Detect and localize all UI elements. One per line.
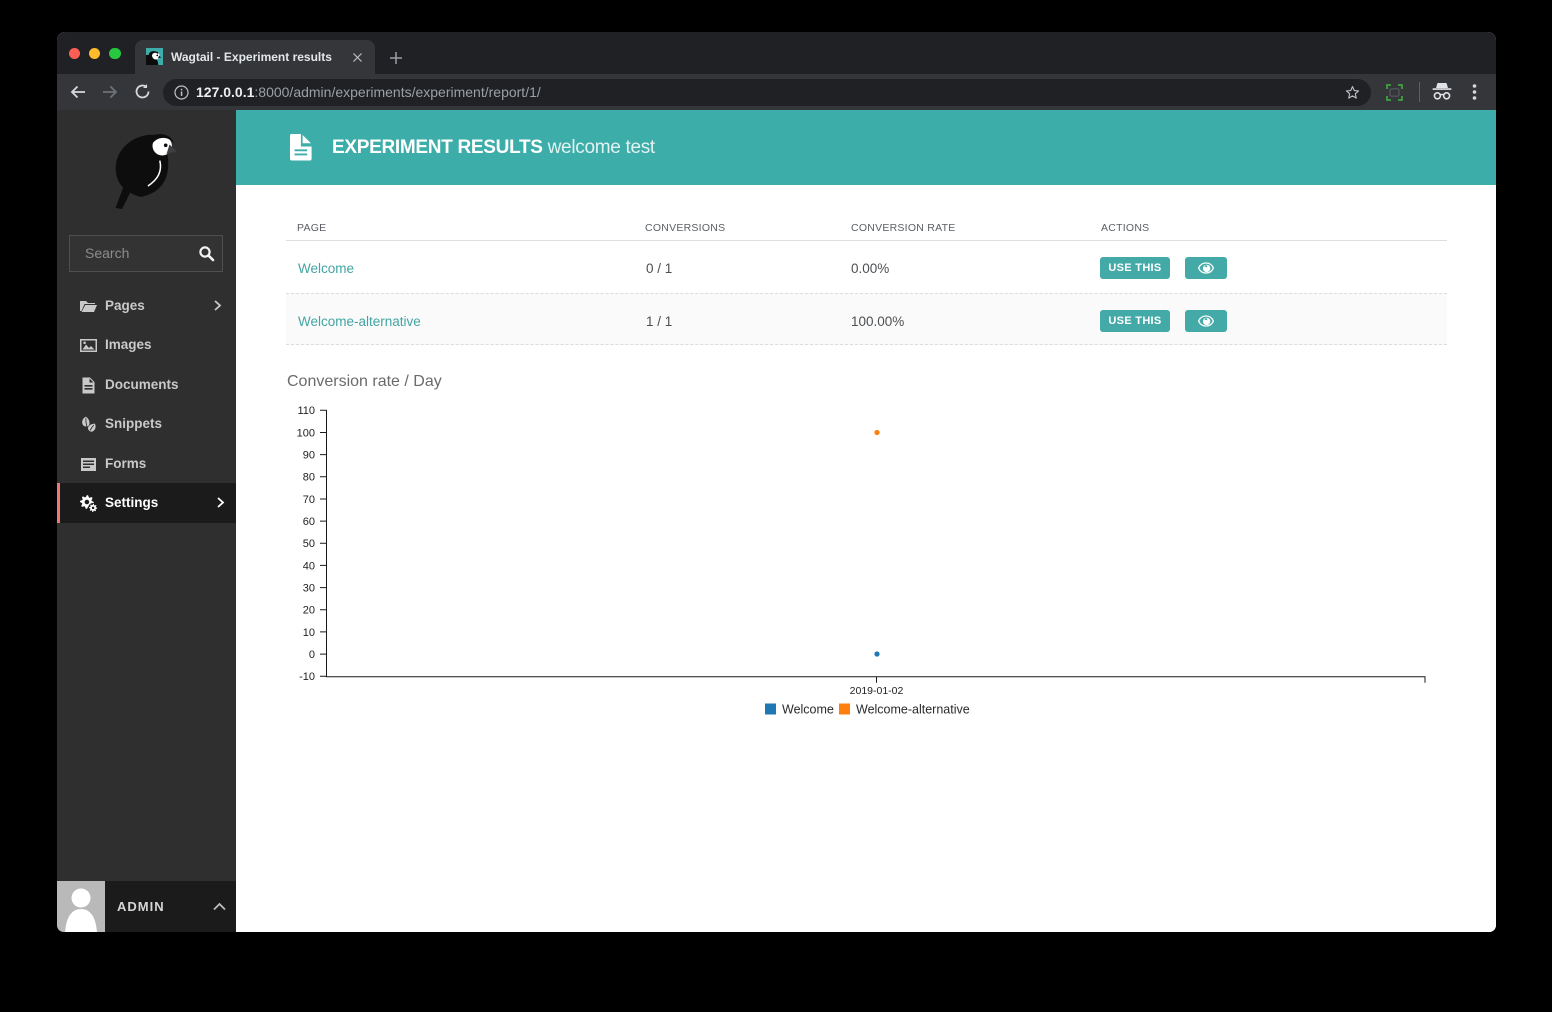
svg-text:80: 80 <box>303 472 315 484</box>
svg-text:20: 20 <box>303 605 315 617</box>
svg-text:40: 40 <box>303 560 315 572</box>
svg-text:2019-01-02: 2019-01-02 <box>850 685 904 697</box>
svg-text:Welcome-alternative: Welcome-alternative <box>856 703 970 717</box>
svg-text:10: 10 <box>303 627 315 639</box>
svg-text:90: 90 <box>303 450 315 462</box>
svg-text:30: 30 <box>303 583 315 595</box>
svg-text:70: 70 <box>303 494 315 506</box>
svg-text:-10: -10 <box>299 671 315 683</box>
svg-text:50: 50 <box>303 538 315 550</box>
svg-text:Welcome: Welcome <box>782 703 834 717</box>
svg-text:0: 0 <box>309 649 315 661</box>
svg-text:60: 60 <box>303 516 315 528</box>
svg-text:110: 110 <box>297 405 315 417</box>
svg-text:100: 100 <box>297 427 315 439</box>
